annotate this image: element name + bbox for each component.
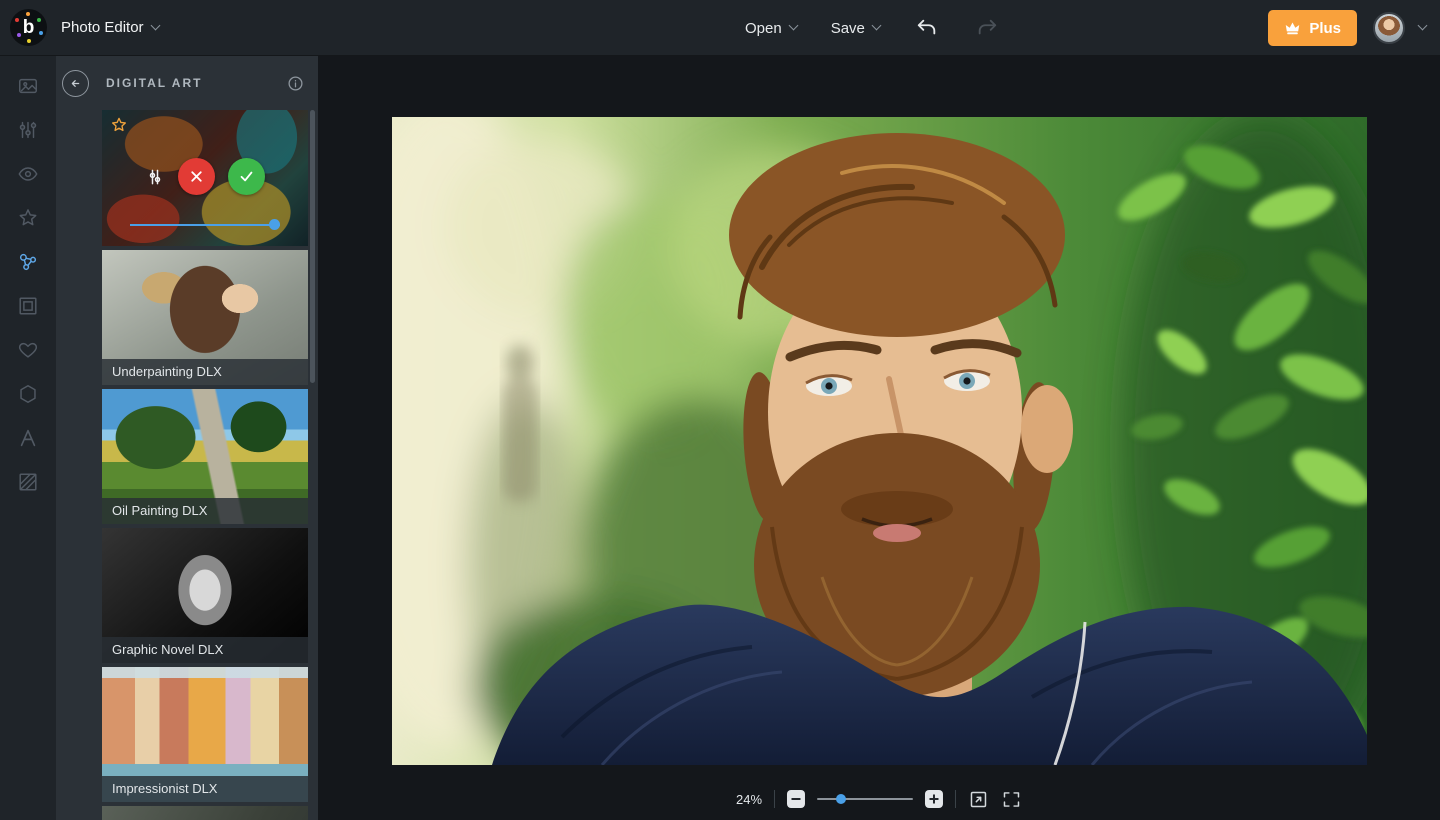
fullscreen-button[interactable] bbox=[1001, 789, 1022, 810]
frame-icon bbox=[19, 297, 37, 315]
zoom-toolbar: 24% bbox=[736, 785, 1022, 813]
sidebar-item-touch-up[interactable] bbox=[17, 163, 39, 185]
filter-thumb-next[interactable] bbox=[102, 806, 308, 820]
divider bbox=[774, 790, 776, 808]
brand: b Photo Editor bbox=[0, 9, 161, 46]
undo-icon bbox=[917, 19, 936, 35]
favorite-star-icon[interactable] bbox=[110, 116, 128, 134]
fit-screen-icon bbox=[970, 791, 987, 807]
filter-thumb-oil-painting[interactable]: Oil Painting DLX bbox=[102, 389, 308, 524]
info-icon bbox=[288, 75, 303, 91]
sidebar-item-artsy[interactable] bbox=[17, 251, 39, 273]
sidebar-item-graphics[interactable] bbox=[17, 339, 39, 361]
hexagon-icon bbox=[20, 385, 36, 403]
filter-thumb-graphic-novel[interactable]: Graphic Novel DLX bbox=[102, 528, 308, 663]
sidebar-item-edit[interactable] bbox=[17, 75, 39, 97]
minus-icon bbox=[791, 798, 801, 800]
active-filter-overlay bbox=[102, 110, 308, 246]
save-menu[interactable]: Save bbox=[831, 20, 882, 37]
filter-panel: DIGITAL ART Underpainting DLX Oil Painti… bbox=[56, 56, 318, 820]
slider-track[interactable] bbox=[130, 224, 280, 226]
slider-track[interactable] bbox=[817, 798, 914, 800]
redo-button[interactable] bbox=[974, 15, 1000, 41]
plus-button[interactable]: Plus bbox=[1268, 10, 1357, 46]
zoom-slider[interactable] bbox=[817, 793, 914, 805]
tool-rail bbox=[0, 56, 56, 820]
slider-knob[interactable] bbox=[836, 794, 847, 804]
slider-knob[interactable] bbox=[269, 219, 280, 230]
panel-title: DIGITAL ART bbox=[106, 76, 203, 90]
texture-icon bbox=[19, 473, 37, 491]
chevron-down-icon bbox=[788, 20, 799, 31]
zoom-out-button[interactable] bbox=[787, 790, 806, 808]
filter-label: Impressionist DLX bbox=[102, 776, 308, 802]
sidebar-item-effects[interactable] bbox=[17, 207, 39, 229]
filter-label: Graphic Novel DLX bbox=[102, 637, 308, 663]
divider bbox=[955, 790, 957, 808]
sidebar-item-frames[interactable] bbox=[17, 295, 39, 317]
info-button[interactable] bbox=[287, 75, 304, 92]
filter-thumb-underpainting[interactable]: Underpainting DLX bbox=[102, 250, 308, 385]
sidebar-item-textures[interactable] bbox=[17, 471, 39, 493]
fullscreen-icon bbox=[1003, 791, 1020, 807]
filter-amount-slider[interactable] bbox=[130, 219, 280, 231]
panel-scrollbar[interactable] bbox=[310, 110, 315, 383]
arrow-left-icon bbox=[71, 79, 80, 87]
sidebar-item-overlays[interactable] bbox=[17, 383, 39, 405]
account-menu[interactable] bbox=[1373, 12, 1428, 44]
undo-button[interactable] bbox=[914, 15, 940, 41]
sidebar-item-text[interactable] bbox=[17, 427, 39, 449]
plus-icon bbox=[929, 794, 939, 804]
crown-icon bbox=[1286, 21, 1300, 34]
eye-icon bbox=[18, 167, 38, 181]
zoom-in-button[interactable] bbox=[925, 790, 944, 808]
chevron-down-icon bbox=[150, 20, 161, 30]
apply-filter-button[interactable] bbox=[228, 158, 265, 195]
open-menu[interactable]: Open bbox=[745, 20, 799, 37]
filter-label: Oil Painting DLX bbox=[102, 498, 308, 524]
sliders-icon bbox=[19, 121, 37, 139]
filter-label: Underpainting DLX bbox=[102, 359, 308, 385]
chevron-down-icon bbox=[1417, 20, 1428, 31]
editor-canvas: 24% bbox=[318, 56, 1440, 820]
filter-preview-image bbox=[102, 806, 308, 820]
molecule-icon bbox=[19, 253, 37, 271]
filter-settings-icon[interactable] bbox=[145, 167, 165, 187]
photo-icon bbox=[19, 78, 37, 94]
check-icon bbox=[240, 171, 253, 182]
zoom-level: 24% bbox=[735, 791, 763, 807]
chevron-down-icon bbox=[871, 20, 882, 31]
back-button[interactable] bbox=[62, 69, 89, 97]
close-icon bbox=[191, 171, 202, 182]
topbar: b Photo Editor Open Save Plus bbox=[0, 0, 1440, 56]
filter-list: Underpainting DLX Oil Painting DLX Graph… bbox=[102, 110, 308, 820]
text-icon bbox=[20, 429, 36, 447]
star-icon bbox=[19, 209, 37, 226]
app-title-menu[interactable]: Photo Editor bbox=[61, 19, 161, 36]
canvas-image[interactable] bbox=[392, 117, 1367, 765]
befunky-logo[interactable]: b bbox=[10, 9, 47, 46]
redo-icon bbox=[978, 19, 997, 35]
sidebar-item-adjust[interactable] bbox=[17, 119, 39, 141]
cancel-filter-button[interactable] bbox=[178, 158, 215, 195]
heart-icon bbox=[18, 342, 38, 358]
app-title: Photo Editor bbox=[61, 19, 144, 36]
filter-thumb-active[interactable] bbox=[102, 110, 308, 246]
panel-header: DIGITAL ART bbox=[56, 56, 318, 110]
logo-letter: b bbox=[22, 16, 35, 38]
filter-thumb-impressionist[interactable]: Impressionist DLX bbox=[102, 667, 308, 802]
fit-to-screen-button[interactable] bbox=[968, 789, 989, 810]
filter-controls bbox=[102, 158, 308, 195]
avatar bbox=[1373, 12, 1405, 44]
